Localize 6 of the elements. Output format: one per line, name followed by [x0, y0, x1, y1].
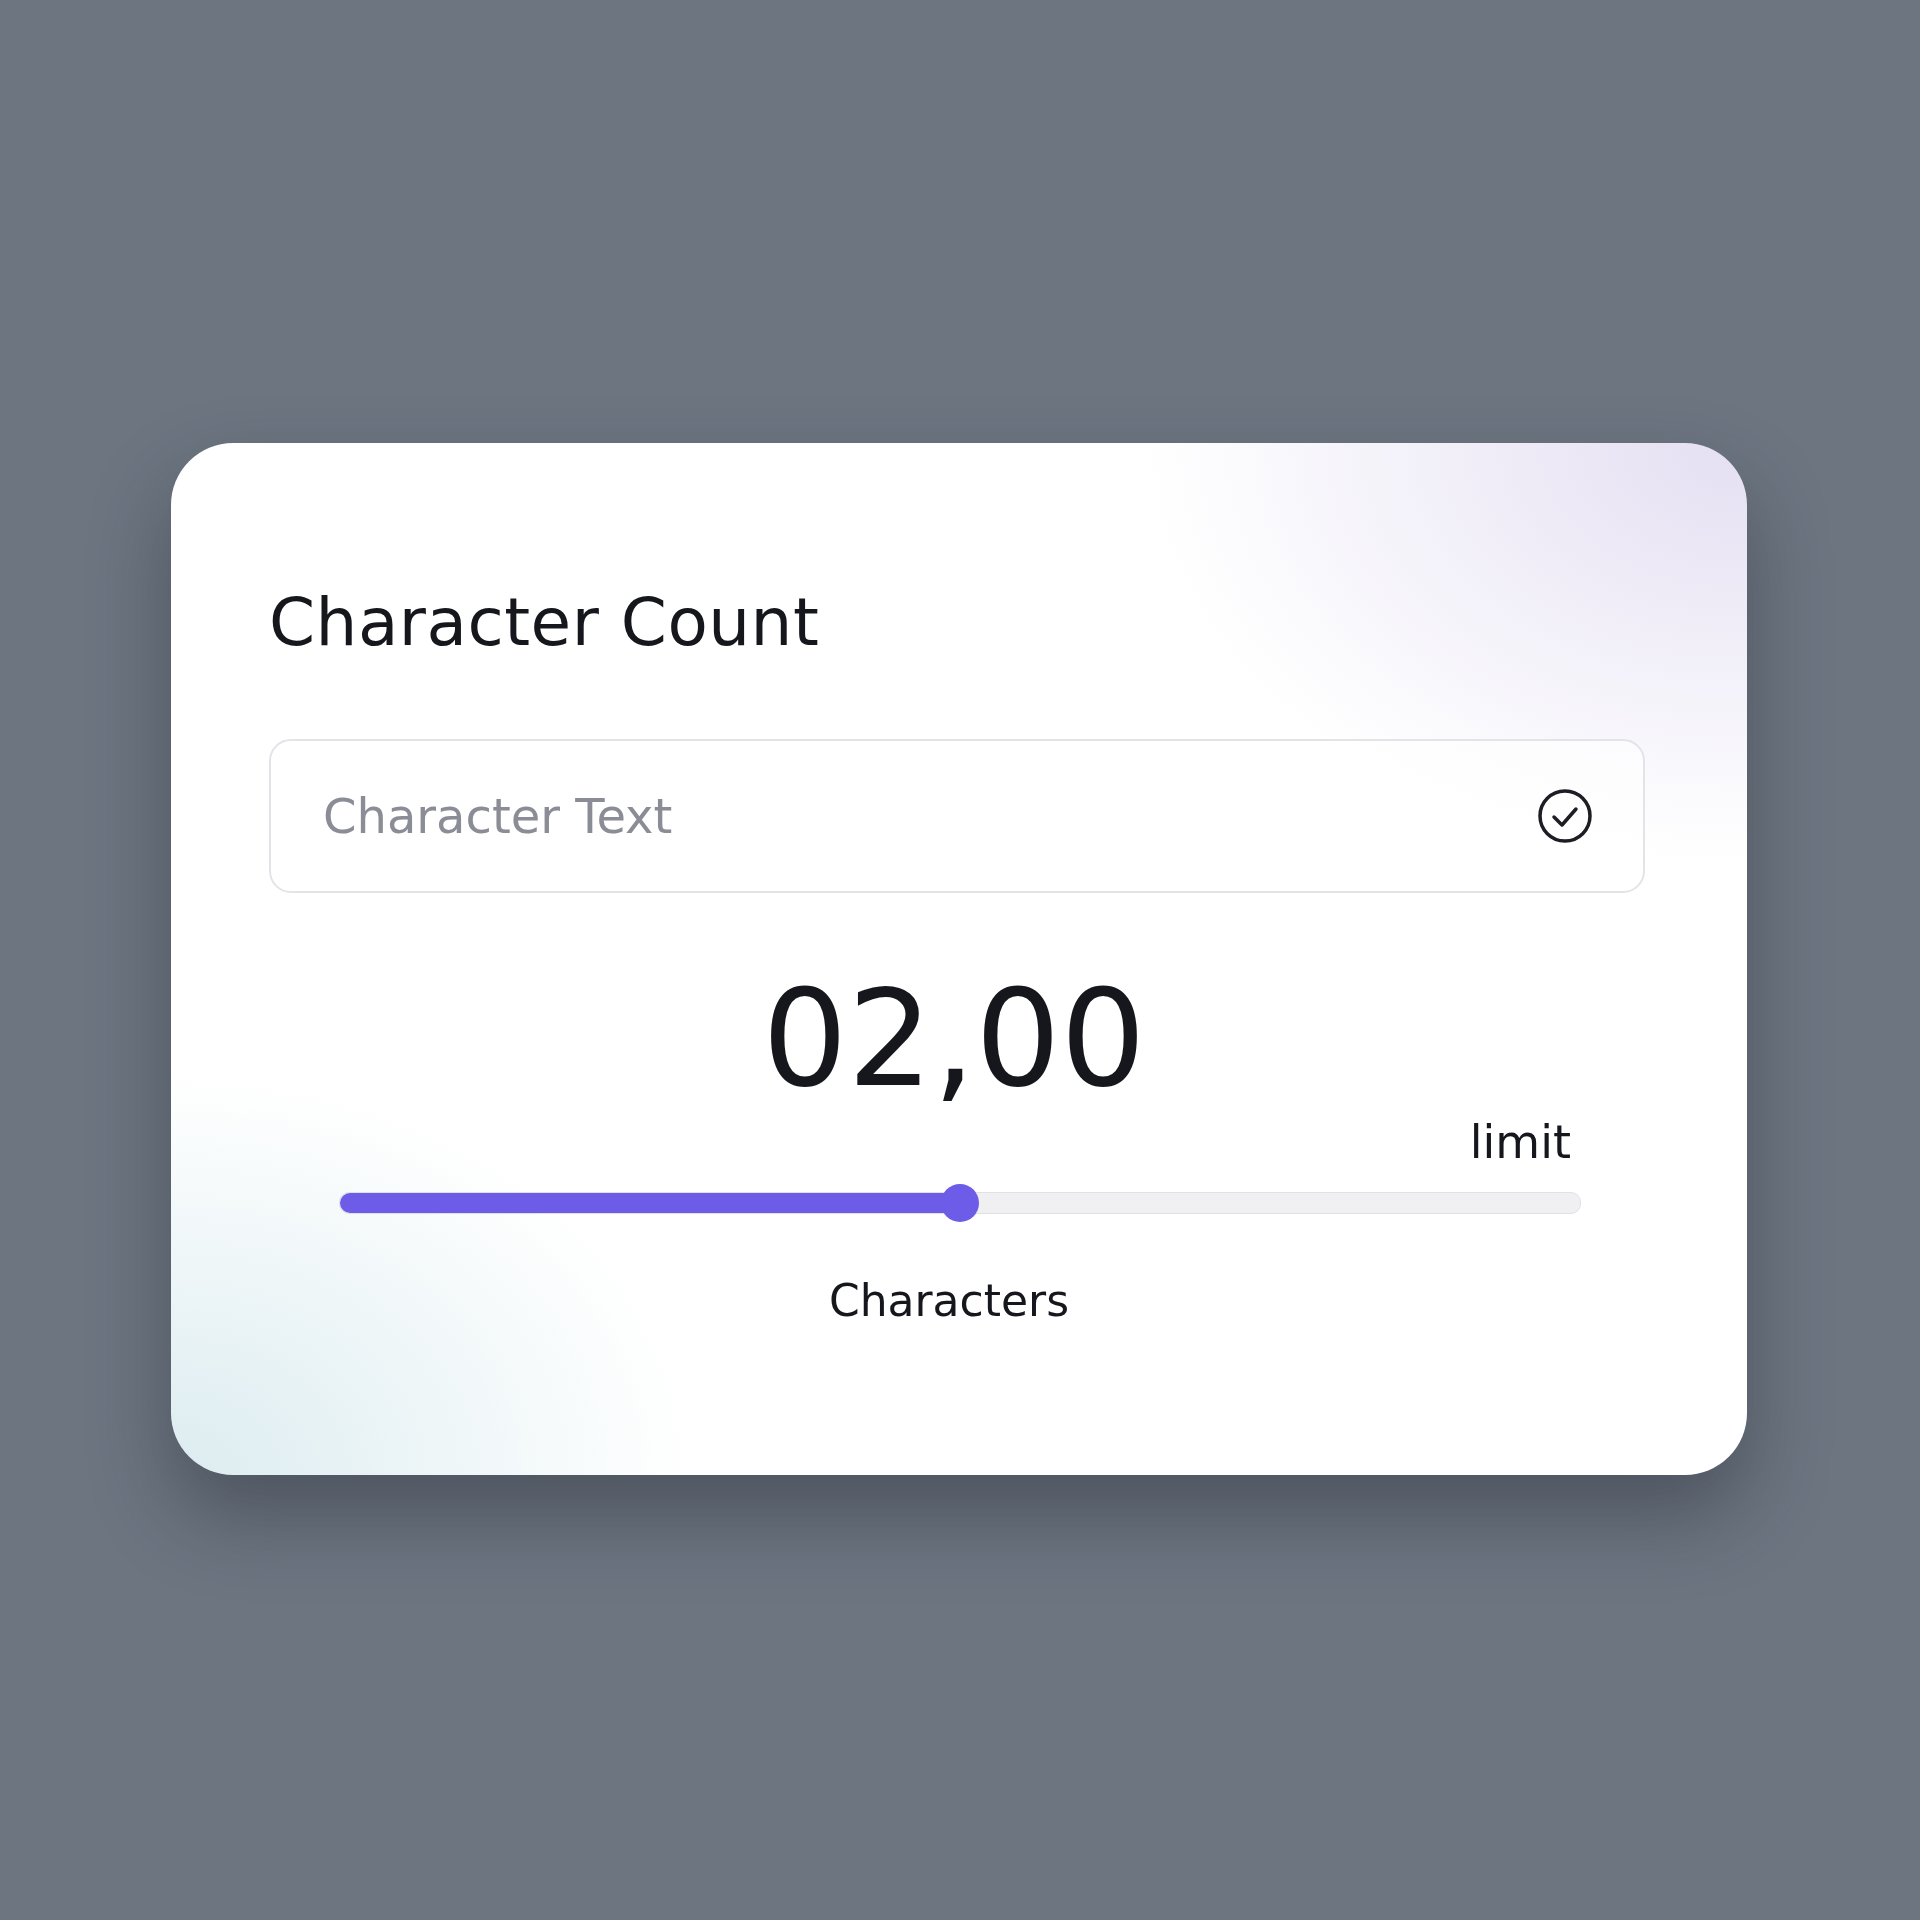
card-title: Character Count — [269, 583, 821, 663]
limit-label: limit — [1469, 1114, 1571, 1170]
character-count: 02,00 — [762, 964, 1146, 1114]
input-field[interactable]: Character Text — [269, 739, 1645, 893]
slider-thumb[interactable] — [941, 1184, 979, 1222]
characters-caption: Characters — [828, 1274, 1070, 1328]
